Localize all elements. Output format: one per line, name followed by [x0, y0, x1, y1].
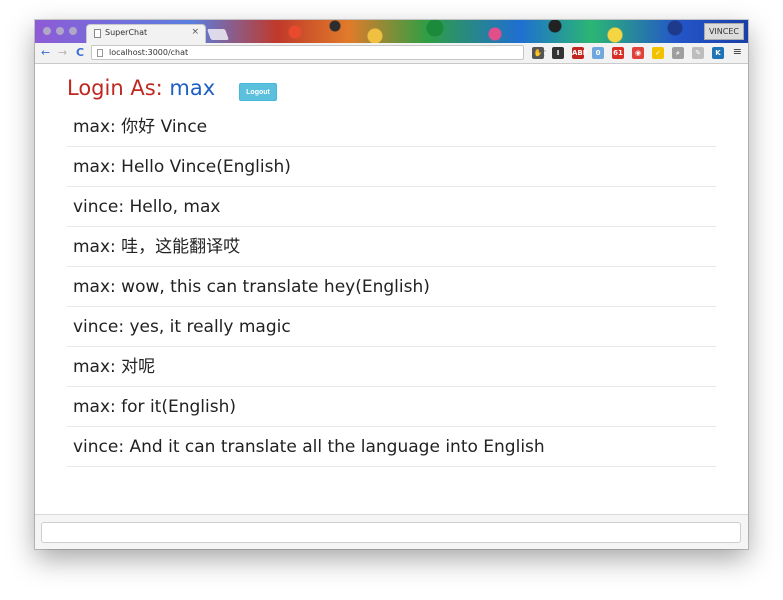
login-heading: Login As: max: [67, 76, 215, 100]
instapaper-icon[interactable]: I: [552, 47, 564, 59]
message-input[interactable]: [41, 522, 741, 543]
magnifier-icon[interactable]: ⌕: [672, 47, 684, 59]
feather-icon[interactable]: ✎: [692, 47, 704, 59]
calendar-icon[interactable]: 61: [612, 47, 624, 59]
chat-page: Login As: max Logout max: 你好 Vince max: H…: [35, 64, 748, 514]
chat-message: vince: And it can translate all the lang…: [67, 427, 716, 467]
page-icon: [97, 49, 103, 57]
k-icon[interactable]: K: [712, 47, 724, 59]
message-list: max: 你好 Vince max: Hello Vince(English) vi…: [67, 117, 716, 467]
title-bar: SuperChat × VINCEC: [35, 20, 748, 43]
hand-icon[interactable]: ✋: [532, 47, 544, 59]
chat-message: max: 对呢: [67, 347, 716, 387]
browser-toolbar: ← → C localhost:3000/chat ☆ ✋ I ABP 0 61 ◉ ✓ ⌕ ✎…: [35, 43, 748, 64]
logout-button[interactable]: Logout: [239, 83, 277, 101]
chat-message: max: for it(English): [67, 387, 716, 427]
menu-icon[interactable]: ≡: [733, 45, 742, 58]
address-bar[interactable]: localhost:3000/chat ☆: [91, 45, 547, 60]
document-icon: [94, 29, 101, 38]
back-arrow-icon[interactable]: ←: [41, 46, 50, 59]
forward-arrow-icon[interactable]: →: [58, 46, 67, 59]
reload-icon[interactable]: C: [76, 46, 84, 59]
tab-close-icon[interactable]: ×: [191, 27, 199, 37]
tab-title: SuperChat: [105, 28, 148, 37]
composer-bar: [35, 514, 748, 549]
new-tab-button[interactable]: [206, 29, 230, 40]
chat-message: vince: Hello, max: [67, 187, 716, 227]
minimize-window-button[interactable]: [56, 27, 64, 35]
chat-message: max: 哇，这能翻译哎: [67, 227, 716, 267]
login-username: max: [169, 76, 216, 100]
zoom-window-button[interactable]: [69, 27, 77, 35]
chat-message: max: Hello Vince(English): [67, 147, 716, 187]
chat-message: max: 你好 Vince: [67, 107, 716, 147]
adblock-icon[interactable]: ABP: [572, 47, 588, 59]
chat-message: max: wow, this can translate hey(English…: [67, 267, 716, 307]
login-prefix: Login As:: [67, 76, 163, 100]
url-text: localhost:3000/chat: [109, 48, 189, 57]
profile-button[interactable]: VINCEC: [703, 23, 744, 40]
tab-superchat[interactable]: SuperChat ×: [86, 24, 206, 43]
screencast-icon[interactable]: ◉: [632, 47, 644, 59]
chat-message: vince: yes, it really magic: [67, 307, 716, 347]
browser-window: SuperChat × VINCEC ← → C localhost:3000/…: [35, 20, 748, 549]
lock-icon[interactable]: 0: [592, 47, 604, 59]
check-icon[interactable]: ✓: [652, 47, 664, 59]
close-window-button[interactable]: [43, 27, 51, 35]
